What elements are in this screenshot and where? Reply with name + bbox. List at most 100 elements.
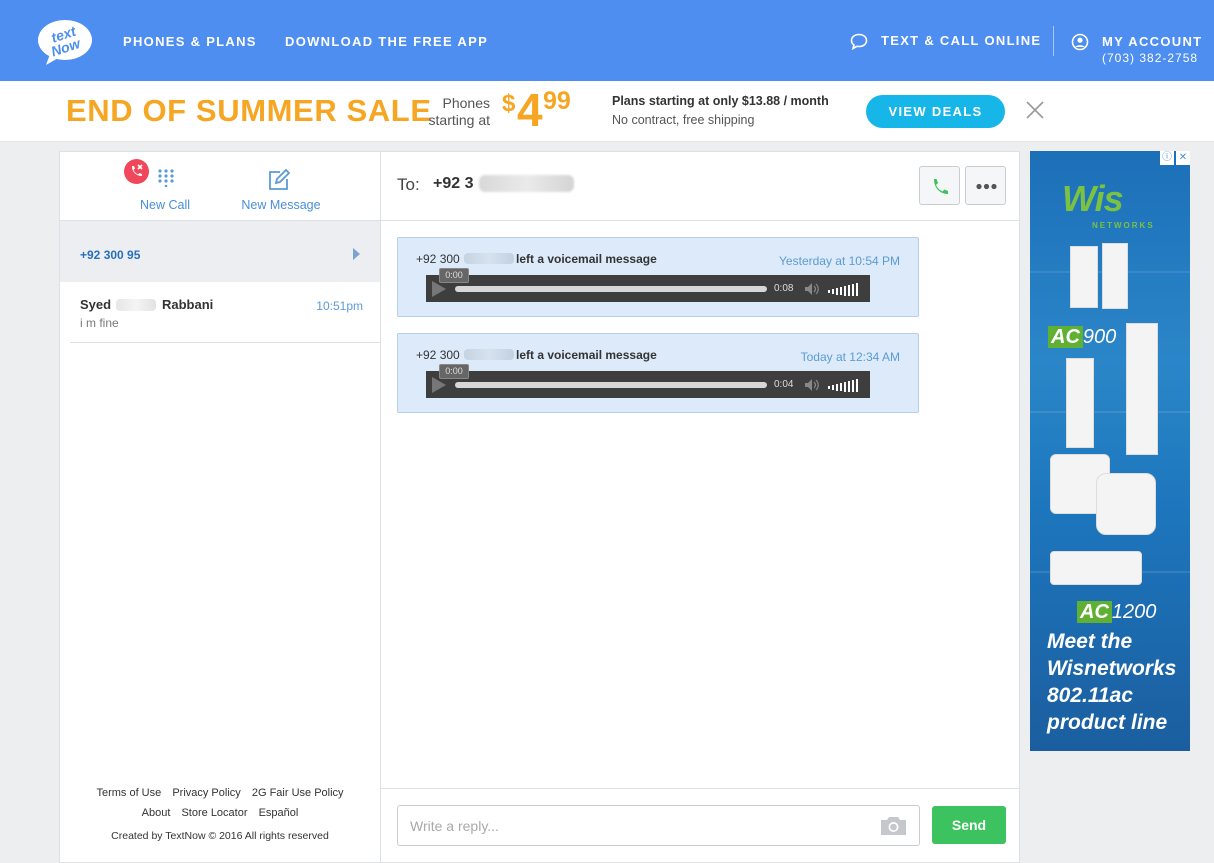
- redacted-number: [479, 175, 574, 192]
- plans-subline: No contract, free shipping: [612, 113, 755, 127]
- active-conversation-number: +92 300 95: [80, 248, 141, 262]
- price-cents: 99: [543, 87, 571, 115]
- ad-device-image: [1070, 246, 1098, 308]
- ad-device-image: [1050, 551, 1142, 585]
- new-message-label: New Message: [241, 198, 321, 212]
- audio-player: 0:00 0:04: [426, 364, 870, 398]
- current-time: 0:00: [439, 268, 469, 283]
- price-main: 4: [517, 84, 543, 136]
- volume-icon[interactable]: [804, 378, 820, 392]
- textnow-logo[interactable]: text Now: [36, 18, 94, 66]
- phones-line1: Phones: [442, 95, 490, 111]
- sale-banner: END OF SUMMER SALE Phones starting at $ …: [0, 81, 1214, 142]
- current-time: 0:00: [439, 364, 469, 379]
- phones-line2: starting at: [428, 112, 490, 128]
- nav-my-account[interactable]: MY ACCOUNT: [1102, 34, 1202, 49]
- about-link[interactable]: About: [142, 807, 171, 819]
- advertisement[interactable]: ⓘ ✕ Wis NETWORKS AC 900 AC 1200 Meet the W…: [1030, 151, 1190, 751]
- audio-player: 0:00 0:08: [426, 268, 870, 302]
- dialpad-icon: [158, 169, 174, 187]
- espanol-link[interactable]: Español: [259, 807, 299, 819]
- ad-info-icon[interactable]: ⓘ: [1160, 151, 1174, 165]
- chat-header: To: +92 3: [381, 152, 1019, 221]
- ad-tagline: Meet the Wisnetworks 802.11ac product li…: [1047, 630, 1177, 734]
- nav-download-app[interactable]: DOWNLOAD THE FREE APP: [285, 34, 488, 49]
- play-icon[interactable]: [432, 281, 446, 297]
- nav-phones-plans[interactable]: PHONES & PLANS: [123, 34, 257, 49]
- volume-slider[interactable]: [828, 377, 860, 393]
- ad-product-box: AC: [1077, 601, 1112, 623]
- play-icon[interactable]: [432, 377, 446, 393]
- phone-icon: [934, 179, 948, 194]
- redacted-name: [116, 299, 156, 311]
- sale-title: END OF SUMMER SALE: [66, 93, 432, 128]
- volume-icon[interactable]: [804, 282, 820, 296]
- contact-first-name: Syed: [80, 297, 112, 312]
- contact-last-name: Rabbani: [162, 297, 214, 312]
- top-navigation-bar: text Now PHONES & PLANS DOWNLOAD THE FRE…: [0, 0, 1214, 81]
- ad-product-label: AC 900: [1048, 326, 1116, 348]
- ad-device-image: [1096, 473, 1156, 535]
- ad-close-icon[interactable]: ✕: [1176, 151, 1190, 165]
- footer-row: Terms of Use Privacy Policy 2G Fair Use …: [60, 787, 380, 807]
- ad-product-label: AC 1200: [1077, 601, 1156, 623]
- audio-duration: 0:04: [774, 379, 794, 390]
- new-message-button[interactable]: New Message: [236, 167, 326, 213]
- chevron-right-icon: [353, 248, 360, 260]
- privacy-link[interactable]: Privacy Policy: [172, 787, 240, 799]
- nav-text-call-online[interactable]: TEXT & CALL ONLINE: [881, 33, 1041, 48]
- view-deals-button[interactable]: VIEW DEALS: [866, 95, 1005, 128]
- audio-progress-track[interactable]: [455, 382, 767, 388]
- reply-input[interactable]: [397, 805, 920, 846]
- nav-divider: [1053, 26, 1054, 56]
- conversation-preview: i m fine: [80, 316, 119, 330]
- redacted-number: [464, 253, 514, 264]
- terms-link[interactable]: Terms of Use: [96, 787, 161, 799]
- phones-starting-at: Phones starting at: [410, 95, 490, 129]
- sender-number: +92 300: [416, 252, 460, 266]
- footer-row: About Store Locator Español: [60, 807, 380, 827]
- copyright: Created by TextNow © 2016 All rights res…: [111, 830, 329, 842]
- voicemail-message: +92 300 left a voicemail message Yesterd…: [397, 237, 919, 317]
- price-symbol: $: [502, 90, 516, 117]
- ad-texture: [1030, 411, 1190, 413]
- to-label: To:: [397, 175, 420, 194]
- sender-number: +92 300: [416, 348, 460, 362]
- missed-call-badge: [124, 159, 149, 184]
- footer-links: Terms of Use Privacy Policy 2G Fair Use …: [60, 787, 380, 827]
- ad-device-image: [1066, 358, 1094, 448]
- camera-icon[interactable]: [879, 815, 908, 837]
- conversation-time: 10:51pm: [316, 299, 363, 313]
- missed-call-icon: [132, 164, 143, 176]
- close-icon[interactable]: [1024, 99, 1046, 121]
- new-call-button[interactable]: New Call: [124, 159, 197, 213]
- audio-progress-track[interactable]: [455, 286, 767, 292]
- account-phone-number: (703) 382-2758: [1102, 51, 1199, 65]
- message-text: left a voicemail message: [516, 348, 657, 362]
- divider: [381, 788, 1019, 789]
- active-conversation[interactable]: +92 300 95: [60, 221, 380, 282]
- user-account-icon: [1071, 33, 1089, 51]
- redacted-number: [464, 349, 514, 360]
- more-dots-icon: [976, 183, 997, 190]
- chat-panel: To: +92 3 +92 300 left a voicemail messa…: [380, 151, 1020, 863]
- ad-product-num: 900: [1082, 326, 1117, 348]
- message-time: Today at 12:34 AM: [800, 350, 900, 364]
- fair-use-link[interactable]: 2G Fair Use Policy: [252, 787, 344, 799]
- ad-brand-sub: NETWORKS: [1092, 221, 1155, 230]
- store-locator-link[interactable]: Store Locator: [181, 807, 247, 819]
- ad-product-num: 1200: [1111, 601, 1157, 623]
- conversation-list-item[interactable]: Syed Rabbani 10:51pm i m fine: [70, 283, 380, 343]
- chat-bubble-icon: [850, 33, 868, 50]
- voicemail-message: +92 300 left a voicemail message Today a…: [397, 333, 919, 413]
- conversations-panel: New Call New Message +92 300 95 Syed Rab…: [59, 151, 381, 863]
- call-button[interactable]: [919, 166, 960, 205]
- more-options-button[interactable]: [965, 166, 1006, 205]
- ad-brand-logo: Wis: [1062, 178, 1124, 219]
- recipient-number: +92 3: [433, 175, 474, 192]
- ad-product-box: AC: [1048, 326, 1083, 348]
- new-call-label: New Call: [139, 198, 190, 212]
- ad-device-image: [1102, 243, 1128, 309]
- volume-slider[interactable]: [828, 281, 860, 297]
- send-button[interactable]: Send: [932, 806, 1006, 844]
